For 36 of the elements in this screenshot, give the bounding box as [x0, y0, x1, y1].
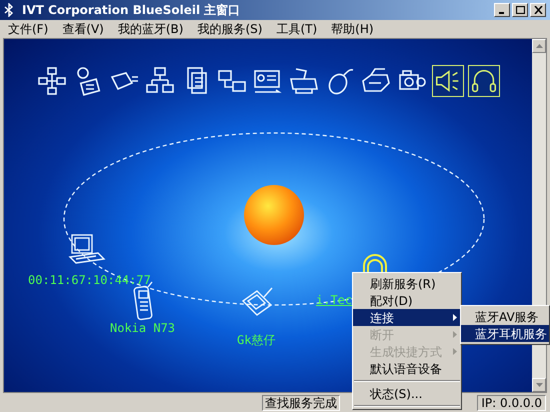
context-menu-item[interactable]: 刷新服务(R) [353, 275, 461, 292]
submenu-item[interactable]: 蓝牙AV服务 [461, 308, 549, 325]
close-icon [534, 6, 542, 14]
submenu-arrow-icon [453, 314, 457, 321]
menu-item[interactable]: 我的蓝牙(B) [118, 20, 184, 38]
down-arrow-icon [536, 383, 542, 387]
menu-item[interactable]: 文件(F) [8, 20, 48, 38]
network-nodes-icon[interactable] [36, 65, 68, 97]
ip-address: IP: 0.0.0.0 [477, 394, 546, 410]
submenu-arrow-icon [453, 348, 457, 355]
menu-item[interactable]: 查看(V) [62, 20, 104, 38]
device-label: Nokia N73 [110, 320, 176, 337]
device-label: Gk慈仔 [237, 332, 276, 349]
scroll-up-button[interactable] [532, 39, 546, 53]
up-arrow-icon [536, 44, 542, 48]
speaker-icon[interactable] [432, 65, 464, 97]
minimize-button[interactable] [494, 3, 510, 17]
submenu-item[interactable]: 蓝牙耳机服务 [461, 325, 549, 342]
headphones-icon[interactable] [468, 65, 500, 97]
printer-icon[interactable] [288, 65, 320, 97]
context-menu-item[interactable]: 连接 [353, 309, 461, 326]
context-menu-item[interactable]: 状态(S)... [353, 385, 461, 402]
maximize-button[interactable] [512, 3, 528, 17]
submenu-arrow-icon [453, 331, 457, 338]
bluetooth-icon [4, 3, 14, 17]
context-menu-item[interactable]: 配对(D) [353, 292, 461, 309]
menu-item[interactable]: 工具(T) [276, 20, 318, 38]
context-menu-item[interactable]: 默认语音设备 [353, 360, 461, 377]
menu-item[interactable]: 帮助(H) [331, 20, 374, 38]
maximize-icon [516, 6, 524, 14]
status-message: 查找服务完成 [262, 394, 340, 410]
scroll-down-button[interactable] [532, 378, 546, 392]
close-button[interactable] [530, 3, 546, 17]
device-label: i.Tec [316, 292, 352, 309]
menu-item[interactable]: 我的服务(S) [197, 20, 262, 38]
window-title: IVT Corporation BlueSoleil 主窗口 [22, 2, 240, 19]
